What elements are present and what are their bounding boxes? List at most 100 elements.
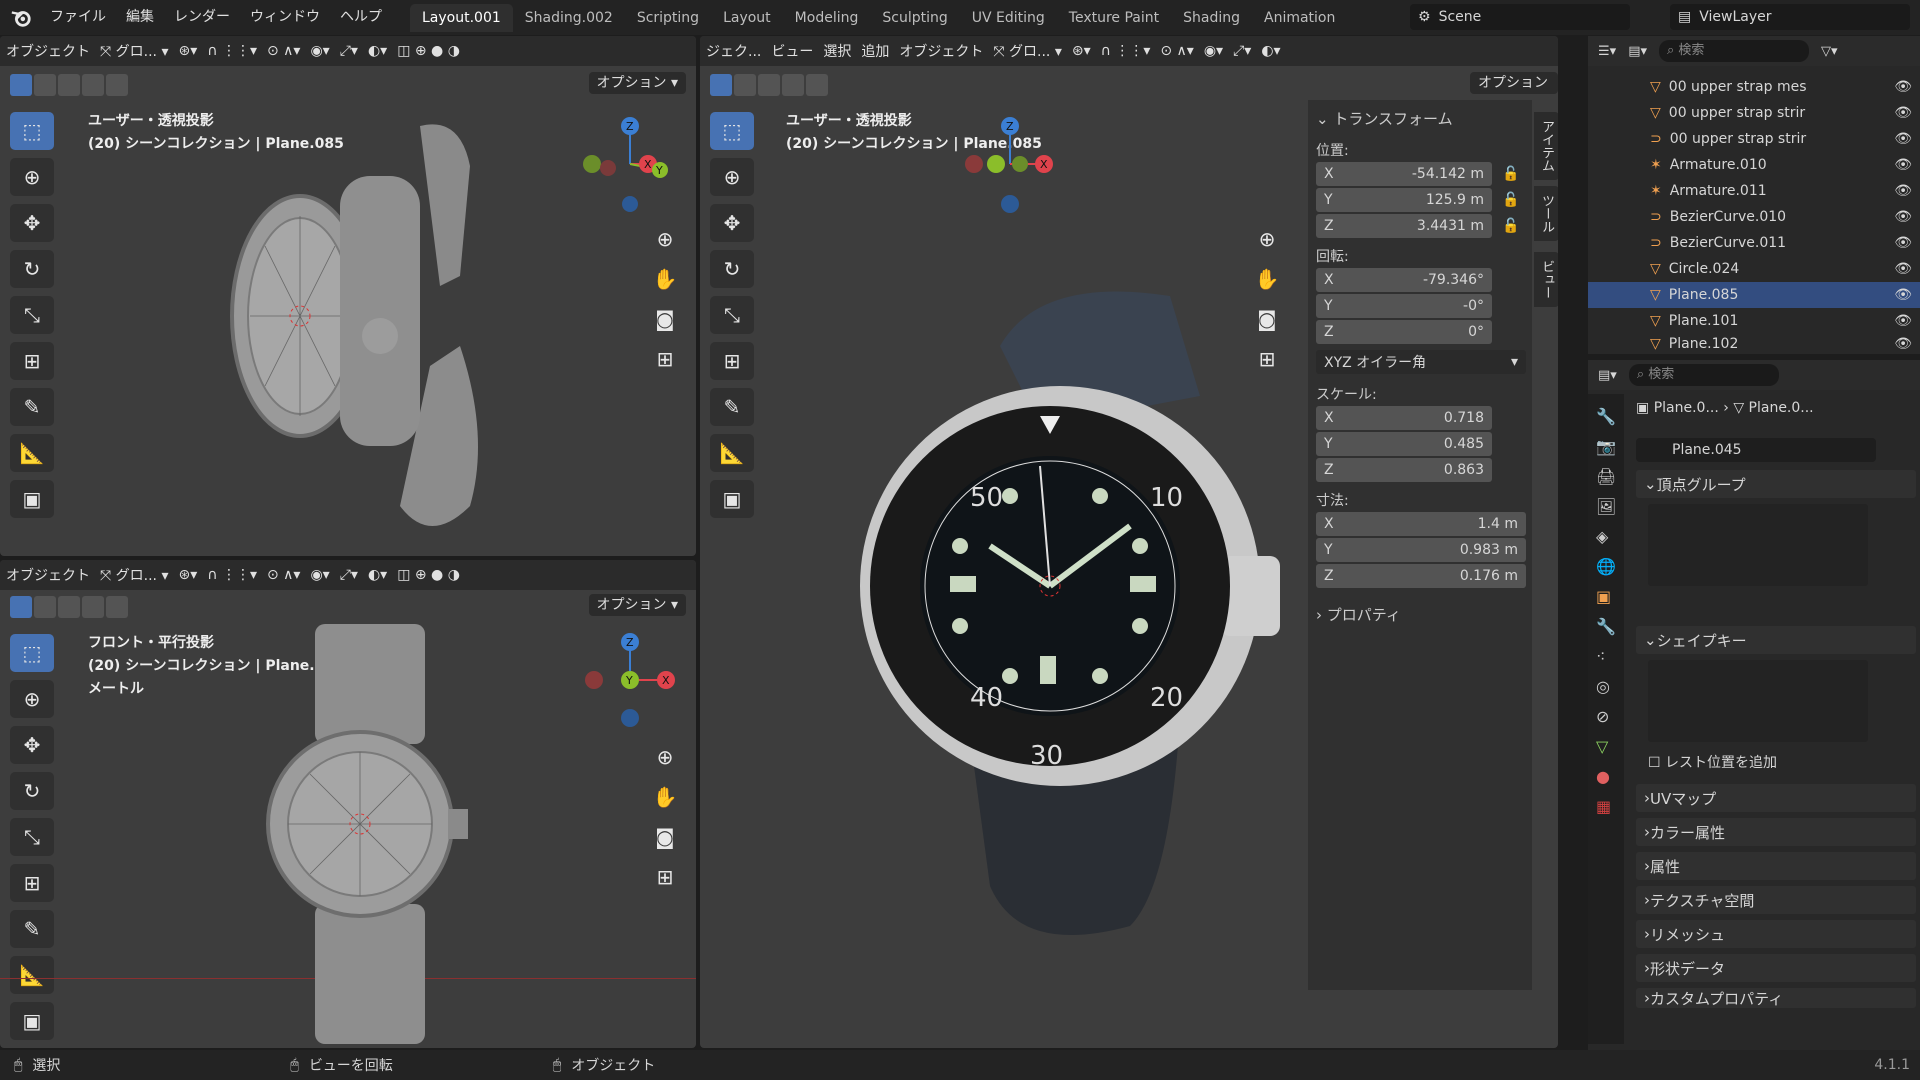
material-tab-icon[interactable]: ● bbox=[1596, 762, 1624, 792]
view-layer-selector[interactable]: ▤ ViewLayer bbox=[1670, 4, 1910, 30]
pivot-icon[interactable]: ⊛▾ bbox=[179, 567, 198, 583]
grid-icon[interactable]: ⊞ bbox=[648, 342, 682, 376]
output-tab-icon[interactable]: 🖨 bbox=[1596, 462, 1624, 492]
viewport-main[interactable]: ジェク... ビュー 選択 追加 オブジェクト ⤧ グロ... ▾ ⊛▾ ∩ ⋮… bbox=[700, 36, 1558, 1048]
gizmo-icon[interactable]: ⤢▾ bbox=[1233, 43, 1251, 59]
rest-position-checkbox[interactable]: ☐ レスト位置を追加 bbox=[1648, 752, 1777, 772]
mode-selector[interactable]: オブジェクト bbox=[6, 41, 90, 61]
zoom-icon[interactable]: ⊕ bbox=[1250, 222, 1284, 256]
lock-icon[interactable]: 🔓 bbox=[1502, 166, 1519, 182]
gizmo-icon[interactable]: ⤢▾ bbox=[340, 43, 358, 59]
menu-add[interactable]: 追加 bbox=[861, 41, 889, 61]
camera-icon[interactable]: ◙ bbox=[648, 302, 682, 336]
rotation-y-field[interactable]: Y -0° bbox=[1316, 294, 1492, 318]
visibility-eye-icon[interactable]: 👁 bbox=[1894, 131, 1912, 147]
navigation-gizmo[interactable]: Z X Y bbox=[570, 114, 670, 214]
scale-y-field[interactable]: Y 0.485 bbox=[1316, 432, 1492, 456]
world-tab-icon[interactable]: 🌐 bbox=[1596, 552, 1624, 582]
proportional-icon[interactable]: ⊙ ∧▾ bbox=[1160, 43, 1193, 59]
grid-icon[interactable]: ⊞ bbox=[648, 860, 682, 894]
transform-tool-icon[interactable]: ⊞ bbox=[10, 864, 54, 902]
menu-help[interactable]: ヘルプ bbox=[330, 0, 392, 35]
navigation-gizmo[interactable]: Z X Y bbox=[580, 630, 680, 730]
dimensions-x-field[interactable]: X 1.4 m bbox=[1316, 512, 1526, 536]
menu-window[interactable]: ウィンドウ bbox=[240, 0, 330, 35]
blender-logo-icon[interactable] bbox=[10, 7, 32, 29]
camera-icon[interactable]: ◙ bbox=[1250, 302, 1284, 336]
pivot-icon[interactable]: ⊛▾ bbox=[179, 43, 198, 59]
outliner-row[interactable]: ⊃ BezierCurve.010 👁 bbox=[1588, 204, 1920, 230]
view-layer-tab-icon[interactable]: 🖼 bbox=[1596, 492, 1624, 522]
move-tool-icon[interactable]: ✥ bbox=[10, 204, 54, 242]
section-uv-maps[interactable]: › UVマップ bbox=[1636, 784, 1916, 812]
menu-file[interactable]: ファイル bbox=[40, 0, 116, 35]
scale-tool-icon[interactable]: ⤡ bbox=[710, 296, 754, 334]
tab-layout[interactable]: Layout bbox=[711, 4, 783, 32]
scene-selector[interactable]: ⚙ Scene bbox=[1410, 4, 1630, 30]
outliner-row[interactable]: ⊃ 00 upper strap strir 👁 bbox=[1588, 126, 1920, 152]
select-mode-buttons[interactable] bbox=[10, 596, 128, 618]
pan-hand-icon[interactable]: ✋ bbox=[648, 780, 682, 814]
snap-icon[interactable]: ∩ ⋮⋮▾ bbox=[1101, 43, 1151, 59]
viewport-bottom-left[interactable]: オブジェクト ⤧ グロ... ▾ ⊛▾ ∩ ⋮⋮▾ ⊙ ∧▾ ◉▾ ⤢▾ ◐▾ … bbox=[0, 560, 696, 1048]
gizmo-icon[interactable]: ⤢▾ bbox=[340, 567, 358, 583]
shape-keys-list[interactable] bbox=[1648, 660, 1868, 742]
tab-shading[interactable]: Shading bbox=[1171, 4, 1252, 32]
properties-search[interactable]: ⌕ 検索 bbox=[1628, 364, 1779, 386]
tab-uv-editing[interactable]: UV Editing bbox=[960, 4, 1057, 32]
mode-selector[interactable]: オブジェクト bbox=[6, 565, 90, 585]
section-custom-properties[interactable]: › カスタムプロパティ bbox=[1636, 988, 1916, 1008]
tab-sculpting[interactable]: Sculpting bbox=[870, 4, 959, 32]
snap-icon[interactable]: ∩ ⋮⋮▾ bbox=[207, 567, 257, 583]
data-tab-icon[interactable]: ▽ bbox=[1596, 732, 1624, 762]
proportional-icon[interactable]: ⊙ ∧▾ bbox=[267, 567, 300, 583]
modifier-tab-icon[interactable]: 🔧 bbox=[1596, 612, 1624, 642]
rotation-x-field[interactable]: X -79.346° bbox=[1316, 268, 1492, 292]
breadcrumb-object[interactable]: Plane.0... bbox=[1654, 400, 1719, 416]
options-dropdown[interactable]: オプション ▾ bbox=[588, 72, 686, 94]
overlay-icon[interactable]: ◐▾ bbox=[368, 567, 387, 583]
outliner-row[interactable]: ▽ Circle.024 👁 bbox=[1588, 256, 1920, 282]
scale-tool-icon[interactable]: ⤡ bbox=[10, 818, 54, 856]
transform-orientation[interactable]: ⤧ グロ... ▾ bbox=[100, 41, 169, 61]
location-z-field[interactable]: Z 3.4431 m bbox=[1316, 214, 1492, 238]
menu-render[interactable]: レンダー bbox=[164, 0, 240, 35]
rotate-tool-icon[interactable]: ↻ bbox=[10, 772, 54, 810]
visibility-icon[interactable]: ◉▾ bbox=[310, 43, 329, 59]
particles-tab-icon[interactable]: ⁖ bbox=[1596, 642, 1624, 672]
rotate-tool-icon[interactable]: ↻ bbox=[710, 250, 754, 288]
add-cube-tool-icon[interactable]: ▣ bbox=[10, 1002, 54, 1040]
cursor-tool-icon[interactable]: ⊕ bbox=[710, 158, 754, 196]
transform-tool-icon[interactable]: ⊞ bbox=[10, 342, 54, 380]
scale-tool-icon[interactable]: ⤡ bbox=[10, 296, 54, 334]
tab-animation[interactable]: Animation bbox=[1252, 4, 1347, 32]
outliner-row[interactable]: ▽ Plane.102 👁 bbox=[1588, 334, 1920, 354]
outliner-row[interactable]: ▽ Plane.101 👁 bbox=[1588, 308, 1920, 334]
outliner-row[interactable]: ✶ Armature.011 👁 bbox=[1588, 178, 1920, 204]
select-tool-icon[interactable]: ⬚ bbox=[10, 634, 54, 672]
zoom-icon[interactable]: ⊕ bbox=[648, 222, 682, 256]
display-mode-icon[interactable]: ☰▾ bbox=[1598, 44, 1616, 59]
tab-tool[interactable]: ツール bbox=[1534, 186, 1558, 241]
watch-model-front[interactable] bbox=[260, 624, 480, 1044]
cursor-tool-icon[interactable]: ⊕ bbox=[10, 680, 54, 718]
outliner-row[interactable]: ⊃ BezierCurve.011 👁 bbox=[1588, 230, 1920, 256]
tab-view[interactable]: ビュー bbox=[1534, 252, 1558, 307]
rotate-tool-icon[interactable]: ↻ bbox=[10, 250, 54, 288]
menu-view[interactable]: ビュー bbox=[771, 41, 813, 61]
options-dropdown[interactable]: オプション ▾ bbox=[1470, 72, 1558, 113]
measure-tool-icon[interactable]: 📐 bbox=[10, 956, 54, 994]
options-dropdown[interactable]: オプション ▾ bbox=[588, 594, 686, 616]
select-tool-icon[interactable]: ⬚ bbox=[10, 112, 54, 150]
annotate-tool-icon[interactable]: ✎ bbox=[710, 388, 754, 426]
shading-icons[interactable]: ◫ ⊕ ● ◑ bbox=[397, 43, 460, 59]
tab-texture-paint[interactable]: Texture Paint bbox=[1057, 4, 1171, 32]
transform-orientation[interactable]: ⤧ グロ... ▾ bbox=[993, 41, 1062, 61]
overlay-icon[interactable]: ◐▾ bbox=[368, 43, 387, 59]
mesh-name-field[interactable]: Plane.045 bbox=[1636, 438, 1876, 462]
transform-tool-icon[interactable]: ⊞ bbox=[710, 342, 754, 380]
transform-header[interactable]: ⌄ トランスフォーム bbox=[1316, 108, 1453, 129]
tab-item[interactable]: アイテム bbox=[1534, 112, 1558, 180]
location-y-field[interactable]: Y 125.9 m bbox=[1316, 188, 1492, 212]
constraints-tab-icon[interactable]: ⊘ bbox=[1596, 702, 1624, 732]
